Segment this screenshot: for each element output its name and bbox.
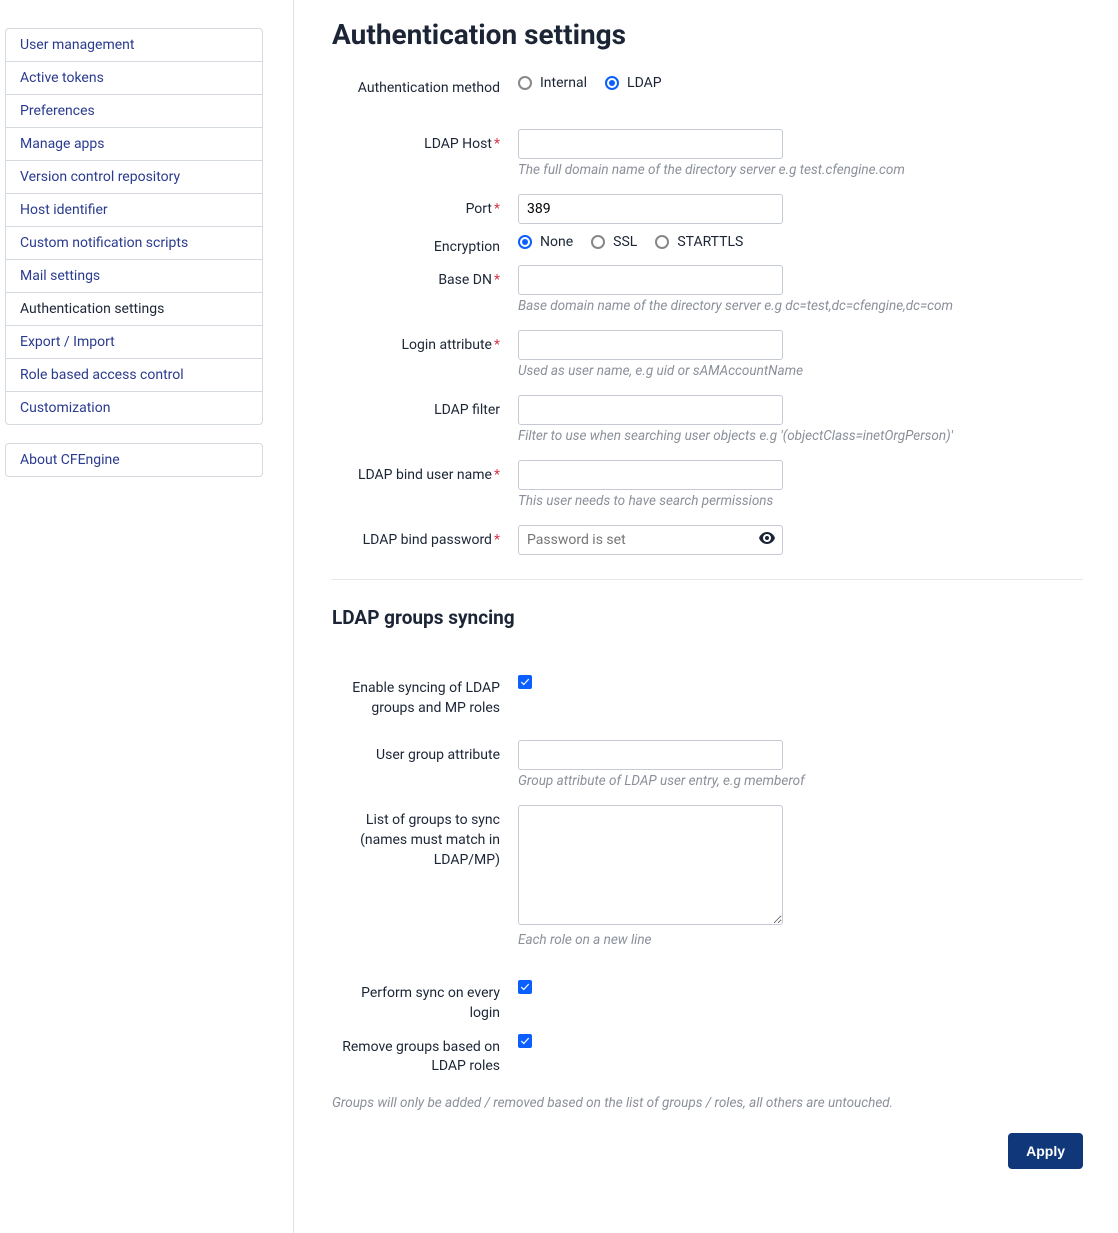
- radio-icon: [605, 76, 619, 90]
- groups-list-help: Each role on a new line: [518, 932, 1083, 948]
- ldap-filter-help: Filter to use when searching user object…: [518, 428, 1083, 444]
- encryption-starttls[interactable]: STARTTLS: [655, 234, 743, 250]
- radio-icon: [591, 235, 605, 249]
- sync-login-label: Perform sync on every login: [332, 978, 518, 1023]
- user-group-attr-input[interactable]: [518, 740, 783, 770]
- groups-footer-note: Groups will only be added / removed base…: [332, 1095, 1083, 1111]
- radio-label: Internal: [540, 75, 587, 91]
- login-attr-help: Used as user name, e.g uid or sAMAccount…: [518, 363, 1083, 379]
- ldap-filter-label: LDAP filter: [332, 395, 518, 456]
- radio-label: None: [540, 234, 573, 250]
- encryption-none[interactable]: None: [518, 234, 573, 250]
- apply-button[interactable]: Apply: [1008, 1133, 1083, 1169]
- page-title: Authentication settings: [332, 18, 1083, 51]
- ldap-host-label: LDAP Host*: [332, 129, 518, 190]
- sidebar: User management Active tokens Preference…: [0, 0, 294, 1233]
- radio-label: SSL: [613, 234, 637, 250]
- user-group-attr-help: Group attribute of LDAP user entry, e.g …: [518, 773, 1083, 789]
- sidebar-item-version-control[interactable]: Version control repository: [6, 161, 262, 194]
- base-dn-help: Base domain name of the directory server…: [518, 298, 1083, 314]
- base-dn-label: Base DN*: [332, 265, 518, 326]
- auth-method-internal[interactable]: Internal: [518, 75, 587, 91]
- sidebar-item-customization[interactable]: Customization: [6, 392, 262, 424]
- enable-sync-label: Enable syncing of LDAP groups and MP rol…: [332, 673, 518, 718]
- ldap-host-help: The full domain name of the directory se…: [518, 162, 1083, 178]
- sidebar-item-export-import[interactable]: Export / Import: [6, 326, 262, 359]
- main-content: Authentication settings Authentication m…: [294, 0, 1118, 1233]
- sidebar-item-host-identifier[interactable]: Host identifier: [6, 194, 262, 227]
- sidebar-item-mail-settings[interactable]: Mail settings: [6, 260, 262, 293]
- divider: [332, 579, 1083, 580]
- sidebar-item-rbac[interactable]: Role based access control: [6, 359, 262, 392]
- base-dn-input[interactable]: [518, 265, 783, 295]
- bind-user-label: LDAP bind user name*: [332, 460, 518, 521]
- sidebar-item-custom-notification-scripts[interactable]: Custom notification scripts: [6, 227, 262, 260]
- radio-label: STARTTLS: [677, 234, 743, 250]
- ldap-host-input[interactable]: [518, 129, 783, 159]
- enable-sync-checkbox[interactable]: [518, 675, 532, 689]
- sidebar-item-authentication-settings[interactable]: Authentication settings: [6, 293, 262, 326]
- encryption-label: Encryption: [332, 232, 518, 258]
- radio-icon: [518, 76, 532, 90]
- groups-title: LDAP groups syncing: [332, 606, 1083, 629]
- sidebar-item-manage-apps[interactable]: Manage apps: [6, 128, 262, 161]
- groups-list-label: List of groups to sync (names must match…: [332, 805, 518, 960]
- auth-method-label: Authentication method: [332, 73, 518, 99]
- sidebar-item-user-management[interactable]: User management: [6, 29, 262, 62]
- auth-method-ldap[interactable]: LDAP: [605, 75, 662, 91]
- radio-icon: [518, 235, 532, 249]
- eye-icon[interactable]: [759, 532, 775, 548]
- bind-pw-input[interactable]: [518, 525, 783, 555]
- about-nav: About CFEngine: [5, 443, 263, 477]
- port-input[interactable]: [518, 194, 783, 224]
- groups-list-textarea[interactable]: [518, 805, 783, 925]
- encryption-ssl[interactable]: SSL: [591, 234, 637, 250]
- user-group-attr-label: User group attribute: [332, 740, 518, 801]
- ldap-filter-input[interactable]: [518, 395, 783, 425]
- port-label: Port*: [332, 194, 518, 224]
- sidebar-item-about[interactable]: About CFEngine: [6, 444, 262, 476]
- sidebar-item-active-tokens[interactable]: Active tokens: [6, 62, 262, 95]
- settings-nav: User management Active tokens Preference…: [5, 28, 263, 425]
- bind-user-input[interactable]: [518, 460, 783, 490]
- bind-pw-label: LDAP bind password*: [332, 525, 518, 555]
- radio-icon: [655, 235, 669, 249]
- sync-login-checkbox[interactable]: [518, 980, 532, 994]
- login-attr-label: Login attribute*: [332, 330, 518, 391]
- sidebar-item-preferences[interactable]: Preferences: [6, 95, 262, 128]
- remove-groups-label: Remove groups based on LDAP roles: [332, 1032, 518, 1077]
- bind-user-help: This user needs to have search permissio…: [518, 493, 1083, 509]
- remove-groups-checkbox[interactable]: [518, 1034, 532, 1048]
- login-attr-input[interactable]: [518, 330, 783, 360]
- radio-label: LDAP: [627, 75, 662, 91]
